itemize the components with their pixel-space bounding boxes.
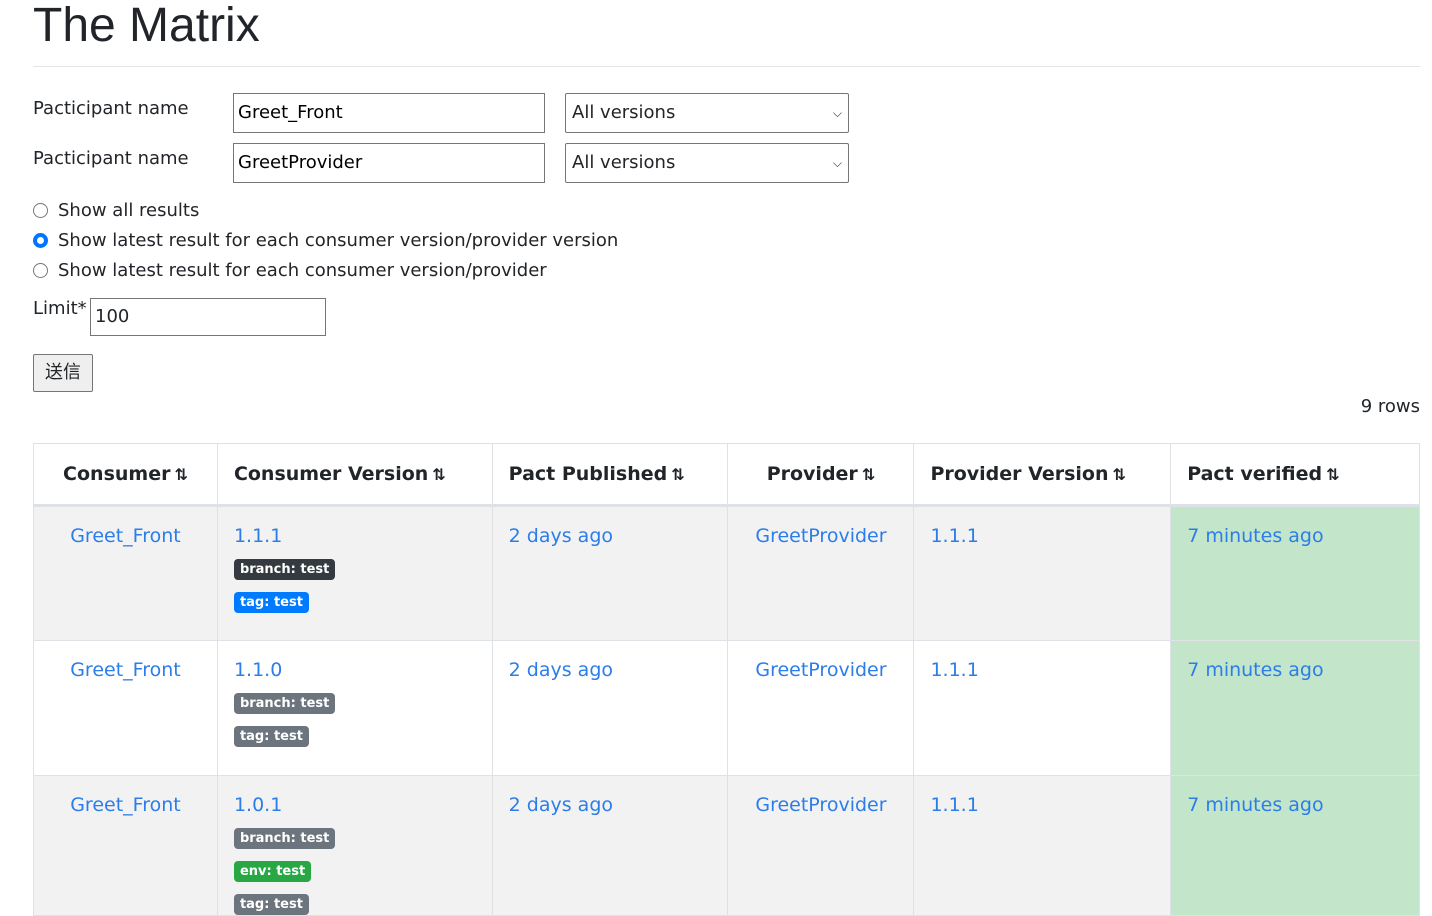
pact-published-link[interactable]: 2 days ago [509, 794, 613, 816]
version-badge: env: test [233, 861, 312, 882]
consumer-version-link[interactable]: 1.1.0 [234, 659, 282, 681]
column-header-label: Provider Version [930, 463, 1109, 485]
divider [33, 66, 1420, 67]
pact-verified-link[interactable]: 7 minutes ago [1187, 525, 1323, 547]
sort-icon[interactable]: ⇅ [862, 465, 875, 484]
radio-label: Show latest result for each consumer ver… [58, 230, 619, 251]
radio-label: Show all results [58, 200, 200, 221]
sort-icon[interactable]: ⇅ [174, 465, 187, 484]
column-header[interactable]: Provider ⇅ [727, 443, 915, 507]
consumer-cell: Greet_Front [33, 505, 218, 641]
pact-verified-cell: 7 minutes ago [1170, 505, 1420, 641]
column-header[interactable]: Consumer ⇅ [33, 443, 218, 507]
pact-published-cell: 2 days ago [491, 640, 729, 776]
provider-version-cell: 1.1.1 [913, 775, 1172, 916]
version-badge: tag: test [233, 726, 309, 747]
version-badge: branch: test [233, 828, 336, 849]
table-row: Greet_Front 1.1.0 branch: test tag: test 2… [33, 640, 1420, 776]
provider-cell: GreetProvider [727, 775, 915, 916]
pact-published-link[interactable]: 2 days ago [509, 659, 613, 681]
page-title: The Matrix [33, 0, 260, 52]
column-header[interactable]: Pact Published ⇅ [491, 443, 729, 507]
pact-published-link[interactable]: 2 days ago [509, 525, 613, 547]
pact-verified-cell: 7 minutes ago [1170, 775, 1420, 916]
sort-icon[interactable]: ⇅ [432, 465, 445, 484]
provider-link[interactable]: GreetProvider [755, 794, 886, 816]
version-badge: tag: test [233, 894, 309, 915]
sort-icon[interactable]: ⇅ [1326, 465, 1339, 484]
column-header-label: Consumer [63, 463, 171, 485]
limit-label: Limit* [33, 298, 87, 319]
provider-link[interactable]: GreetProvider [755, 659, 886, 681]
consumer-link[interactable]: Greet_Front [70, 525, 181, 547]
table-row: Greet_Front 1.1.1 branch: test tag: test 2… [33, 505, 1420, 641]
column-header[interactable]: Provider Version ⇅ [913, 443, 1172, 507]
column-header-label: Consumer Version [233, 463, 429, 485]
radio-label: Show latest result for each consumer ver… [58, 260, 547, 281]
column-header-label: Provider [766, 463, 858, 485]
radio-button[interactable] [33, 203, 48, 218]
column-header-label: Pact Published [508, 463, 668, 485]
consumer-cell: Greet_Front [33, 640, 218, 776]
consumer-version-link[interactable]: 1.1.1 [234, 525, 282, 547]
consumer-link[interactable]: Greet_Front [70, 659, 181, 681]
column-header-label: Pact verified [1187, 463, 1323, 485]
pact-published-cell: 2 days ago [491, 775, 729, 916]
radio-button[interactable] [33, 233, 48, 248]
provider-version-cell: 1.1.1 [913, 505, 1172, 641]
radio-option[interactable]: Show all results [33, 200, 199, 221]
version-badge: branch: test [233, 693, 336, 714]
radio-option[interactable]: Show latest result for each consumer ver… [33, 230, 618, 251]
provider-version-link[interactable]: 1.1.1 [930, 794, 978, 816]
version-select-value: All versions [572, 152, 676, 173]
row-count: 9 rows [1360, 396, 1420, 417]
participant-input-1[interactable]: Greet_Front [233, 93, 545, 133]
consumer-version-cell: 1.1.1 branch: test tag: test [216, 505, 493, 641]
pact-verified-link[interactable]: 7 minutes ago [1187, 659, 1323, 681]
version-select-1[interactable]: All versions ⌵ [565, 93, 849, 133]
sort-icon[interactable]: ⇅ [1112, 465, 1125, 484]
provider-cell: GreetProvider [727, 505, 915, 641]
consumer-version-cell: 1.1.0 branch: test tag: test [216, 640, 493, 776]
version-select-value: All versions [572, 102, 676, 123]
provider-cell: GreetProvider [727, 640, 915, 776]
pact-verified-cell: 7 minutes ago [1170, 640, 1420, 776]
participant-label-2: Pacticipant name [33, 148, 189, 169]
limit-input[interactable]: 100 [90, 298, 326, 336]
participant-label-1: Pacticipant name [33, 98, 189, 119]
radio-button[interactable] [33, 263, 48, 278]
pact-verified-link[interactable]: 7 minutes ago [1187, 794, 1323, 816]
provider-version-link[interactable]: 1.1.1 [930, 525, 978, 547]
consumer-cell: Greet_Front [33, 775, 218, 916]
provider-link[interactable]: GreetProvider [755, 525, 886, 547]
table-row: Greet_Front 1.0.1 branch: test env: test ta… [33, 775, 1420, 916]
provider-version-link[interactable]: 1.1.1 [930, 659, 978, 681]
consumer-link[interactable]: Greet_Front [70, 794, 181, 816]
submit-button[interactable]: 送信 [33, 354, 93, 392]
pact-published-cell: 2 days ago [491, 505, 729, 641]
consumer-version-cell: 1.0.1 branch: test env: test tag: test [216, 775, 493, 916]
sort-icon[interactable]: ⇅ [671, 465, 684, 484]
radio-option[interactable]: Show latest result for each consumer ver… [33, 260, 547, 281]
column-header[interactable]: Pact verified ⇅ [1170, 443, 1420, 507]
chevron-down-icon: ⌵ [832, 106, 842, 120]
participant-input-2[interactable]: GreetProvider [233, 143, 545, 183]
version-badge: branch: test [233, 559, 336, 580]
provider-version-cell: 1.1.1 [913, 640, 1172, 776]
chevron-down-icon: ⌵ [832, 156, 842, 170]
version-select-2[interactable]: All versions ⌵ [565, 143, 849, 183]
version-badge: tag: test [233, 592, 309, 613]
consumer-version-link[interactable]: 1.0.1 [234, 794, 282, 816]
column-header[interactable]: Consumer Version ⇅ [216, 443, 493, 507]
matrix-table: Consumer ⇅ Consumer Version ⇅ Pact Published… [33, 443, 1420, 916]
